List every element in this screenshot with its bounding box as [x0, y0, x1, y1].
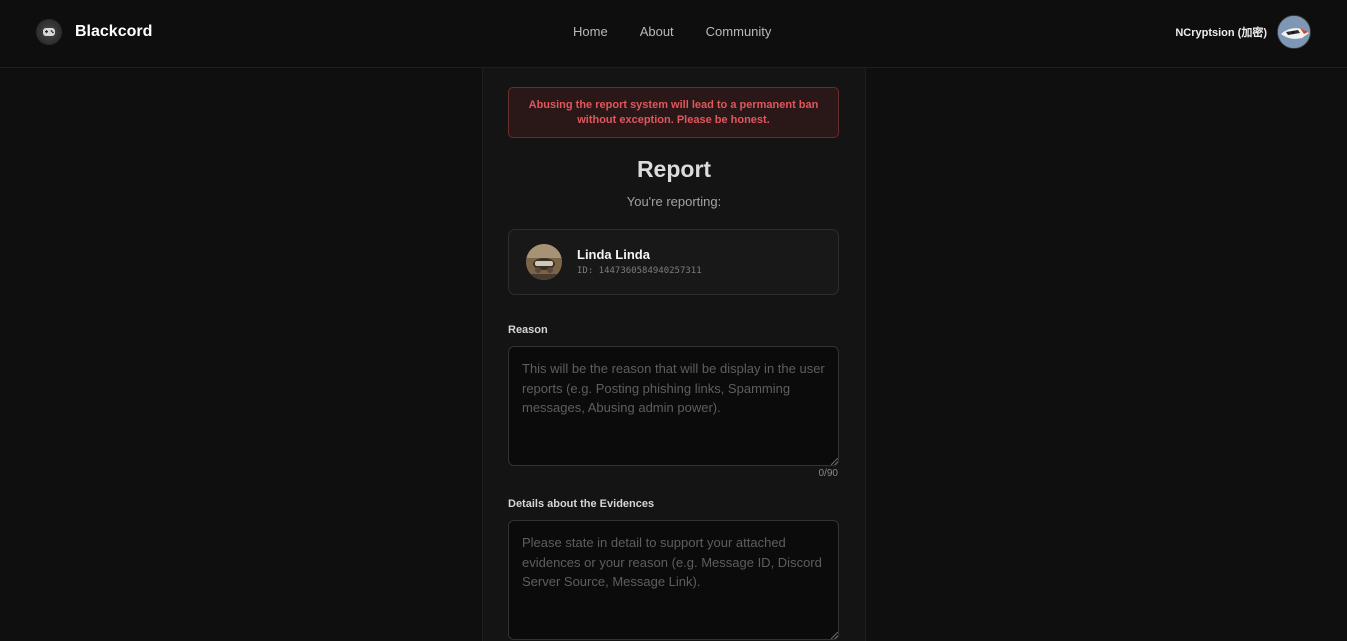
warning-alert-text: Abusing the report system will lead to a… — [528, 98, 819, 126]
brand[interactable]: Blackcord — [36, 18, 152, 46]
page-subtitle: You're reporting: — [626, 194, 722, 209]
user-name: NCryptsion (加密) — [1175, 27, 1267, 39]
reported-user-card: Linda Linda ID: 1447360584940257311 — [508, 229, 839, 295]
nav-community-link[interactable]: Community — [706, 24, 772, 39]
user-menu[interactable]: NCryptsion (加密) — [1175, 15, 1311, 49]
user-avatar[interactable] — [1277, 15, 1311, 49]
reason-textarea[interactable] — [508, 346, 839, 466]
nav-home-link[interactable]: Home — [573, 24, 608, 39]
warning-alert: Abusing the report system will lead to a… — [508, 87, 839, 138]
evidence-textarea[interactable] — [508, 520, 839, 640]
reason-char-counter: 0/90 — [818, 468, 838, 479]
page-title: Report — [636, 156, 712, 182]
evidence-label: Details about the Evidences — [508, 498, 655, 510]
nav-about-link[interactable]: About — [640, 24, 674, 39]
reported-user-avatar — [526, 244, 562, 280]
game-controller-icon — [36, 19, 62, 45]
main-nav: Home About Community — [573, 24, 771, 39]
reported-user-name: Linda Linda — [577, 247, 650, 262]
top-navbar: Blackcord Home About Community NCryptsio… — [0, 0, 1347, 68]
reason-label: Reason — [508, 324, 548, 336]
brand-name: Blackcord — [75, 23, 153, 40]
report-panel: Abusing the report system will lead to a… — [482, 68, 866, 641]
reported-user-id: ID: 1447360584940257311 — [577, 266, 702, 276]
